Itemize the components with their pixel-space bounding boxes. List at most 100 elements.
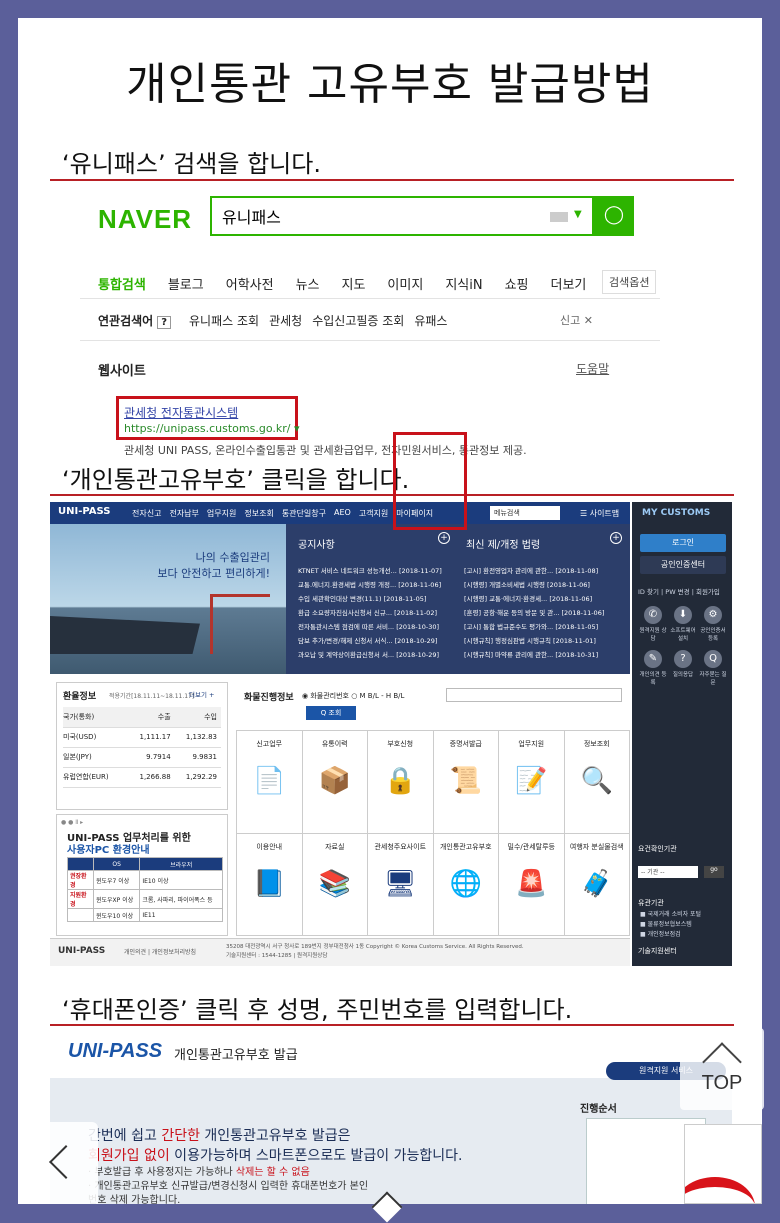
- naver-search-box[interactable]: ▼: [210, 196, 594, 236]
- document-icon[interactable]: 📄: [252, 761, 286, 801]
- service-tile[interactable]: 증명서발급 📜: [433, 731, 499, 834]
- list-item[interactable]: [시행규칙] 마약류 관리에 관한... [2018-10-31]: [464, 648, 630, 662]
- exchange-more-link[interactable]: 더보기 +: [189, 689, 214, 699]
- service-tile[interactable]: 정보조회 🔍: [564, 731, 630, 834]
- pencil-doc-icon[interactable]: 📝: [514, 761, 548, 801]
- side-icon-item[interactable]: ✎ 개인의견 등록: [638, 650, 668, 686]
- related-item[interactable]: 관세청: [269, 312, 302, 329]
- list-item-title[interactable]: [훈령] 공항·해운 등의 방문 및 관...: [464, 609, 559, 617]
- menu-item[interactable]: 고객지원: [359, 508, 388, 519]
- list-item[interactable]: 교통.에너지.환경세법 시행령 개정... [2018-11-06]: [298, 578, 458, 592]
- certificate-icon[interactable]: 📜: [449, 761, 483, 801]
- tab-integrated[interactable]: 통합검색: [98, 274, 146, 293]
- list-item[interactable]: 담보 추가/변경/해제 신청서 서식... [2018-10-29]: [298, 634, 458, 648]
- related-item[interactable]: 유니패스 조회: [189, 312, 259, 329]
- service-tile[interactable]: 유통이력 📦: [302, 731, 368, 834]
- list-item[interactable]: [시행령] 개별소비세법 시행령 [2018-11-06]: [464, 578, 630, 592]
- help-link[interactable]: 도움말: [576, 360, 609, 377]
- service-tile[interactable]: 부호신청 🔒: [368, 731, 434, 834]
- cargo-options[interactable]: ◉ 화물관리번호 ○ M B/L - H B/L: [302, 691, 404, 701]
- service-tile[interactable]: 업무지원 📝: [499, 731, 565, 834]
- list-item-title[interactable]: [시행규칙] 마약류 관리에 관한...: [464, 651, 553, 659]
- related-item[interactable]: 유패스: [414, 312, 447, 329]
- carousel-dots[interactable]: ● ● Ⅱ ▸: [61, 819, 83, 826]
- account-links[interactable]: ID 찾기 | PW 변경 | 회원가입: [638, 586, 720, 596]
- menu-search-input[interactable]: 메뉴검색: [490, 506, 560, 520]
- tab-blog[interactable]: 블로그: [168, 274, 204, 293]
- service-tile[interactable]: 개인통관고유부호 🌐: [433, 833, 499, 936]
- help-icon[interactable]: ?: [157, 316, 172, 329]
- lock-icon[interactable]: 🔒: [383, 761, 417, 801]
- list-item-title[interactable]: [고시] 통합 법규준수도 평가와...: [464, 623, 553, 631]
- agency-select[interactable]: -- 기관 --: [638, 866, 698, 878]
- list-item-title[interactable]: [시행령] 교통·에너지·환경세...: [464, 595, 547, 603]
- list-item-title[interactable]: 환급 소요량자진심사신청서 신규...: [298, 609, 392, 617]
- service-tile[interactable]: 관세청주요사이트 🖥: [368, 833, 434, 936]
- go-button[interactable]: go: [704, 866, 724, 878]
- menu-item[interactable]: AEO: [334, 508, 351, 519]
- list-item[interactable]: [시행령] 교통·에너지·환경세... [2018-11-06]: [464, 592, 630, 606]
- login-button[interactable]: 로그인: [640, 534, 726, 552]
- list-item-title[interactable]: [시행령] 개별소비세법 시행령: [464, 581, 545, 589]
- service-tile[interactable]: 여행자 분실물검색 🧳: [564, 833, 630, 936]
- unipass-logo[interactable]: UNI-PASS: [58, 506, 110, 517]
- list-item-title[interactable]: [시행규칙] 행정심판법 시행규칙: [464, 637, 551, 645]
- list-item[interactable]: ■ 국제거래 소비자 포털: [640, 910, 701, 920]
- service-tile[interactable]: 자료실 📚: [302, 833, 368, 936]
- back-button[interactable]: [18, 1122, 98, 1204]
- related-item[interactable]: 수입신고필증 조회: [312, 312, 404, 329]
- siren-icon[interactable]: 🚨: [514, 864, 548, 904]
- service-tile[interactable]: 이용안내 📘: [237, 833, 303, 936]
- info-book-icon[interactable]: 📘: [252, 864, 286, 904]
- browser-icon[interactable]: 🖥: [383, 864, 417, 904]
- luggage-icon[interactable]: 🧳: [580, 864, 614, 904]
- list-item-title[interactable]: 전자통관시스템 점검에 따른 서비...: [298, 623, 394, 631]
- list-item-title[interactable]: [고시] 환전영업자 관리에 관한...: [464, 567, 553, 575]
- books-icon[interactable]: 📚: [318, 864, 352, 904]
- list-item[interactable]: 환급 소요량자진심사신청서 신규... [2018-11-02]: [298, 606, 458, 620]
- footer-links[interactable]: 개인의견 | 개인정보처리방침: [124, 947, 196, 956]
- list-item-title[interactable]: 교통.에너지.환경세법 시행령 개정...: [298, 581, 396, 589]
- scroll-top-button[interactable]: TOP: [680, 1028, 764, 1110]
- service-tile[interactable]: 밀수/관세탈루등 🚨: [499, 833, 565, 936]
- magnifier-icon[interactable]: 🔍: [580, 761, 614, 801]
- service-tile[interactable]: 신고업무 📄: [237, 731, 303, 834]
- report-button[interactable]: 신고 ✕: [560, 312, 593, 328]
- cert-center-button[interactable]: 공인인증센터: [640, 556, 726, 574]
- list-item[interactable]: [고시] 통합 법규준수도 평가와... [2018-11-05]: [464, 620, 630, 634]
- globe-plane-icon[interactable]: 🌐: [449, 864, 483, 904]
- list-item-title[interactable]: 과오납 및 계약상이환급신청서 서...: [298, 651, 394, 659]
- list-item[interactable]: ■ 개인정보점검: [640, 930, 701, 940]
- menu-item[interactable]: 업무지원: [207, 508, 236, 519]
- cargo-input[interactable]: [446, 688, 622, 702]
- tab-dictionary[interactable]: 어학사전: [226, 274, 274, 293]
- list-item-title[interactable]: 수입 세관확인대상 변경(11.1): [298, 595, 381, 603]
- menu-item[interactable]: 통관단일창구: [282, 508, 326, 519]
- tab-map[interactable]: 지도: [342, 274, 366, 293]
- chevron-down-icon[interactable]: ▼: [574, 209, 582, 220]
- side-icon-item[interactable]: ✆ 원격지원 상담: [638, 606, 668, 642]
- side-icon-item[interactable]: Q 자주묻는 질문: [698, 650, 728, 686]
- side-icon-item[interactable]: ⚙ 공인인증서 등록: [698, 606, 728, 642]
- menu-item[interactable]: 전자납부: [169, 508, 198, 519]
- list-item[interactable]: [시행규칙] 행정심판법 시행규칙 [2018-11-01]: [464, 634, 630, 648]
- search-button[interactable]: ◯: [594, 196, 634, 236]
- list-item[interactable]: 수입 세관확인대상 변경(11.1) [2018-11-05]: [298, 592, 458, 606]
- keyboard-icon[interactable]: [550, 212, 568, 222]
- menu-item[interactable]: 전자신고: [132, 508, 161, 519]
- search-input[interactable]: [222, 206, 522, 225]
- naver-logo[interactable]: NAVER: [98, 204, 192, 235]
- list-item[interactable]: ■ 물류정보협보스템: [640, 920, 701, 930]
- tab-shopping[interactable]: 쇼핑: [505, 274, 529, 293]
- list-item-title[interactable]: KTNET 서비스 네트워크 성능개선...: [298, 567, 397, 575]
- tab-more[interactable]: 더보기: [551, 274, 587, 293]
- side-icon-item[interactable]: ⬇ 소프트웨어 설치: [668, 606, 698, 642]
- tab-image[interactable]: 이미지: [387, 274, 423, 293]
- close-icon[interactable]: ✕: [584, 314, 593, 327]
- plus-icon[interactable]: +: [438, 532, 450, 544]
- search-options-button[interactable]: 검색옵션: [602, 270, 657, 294]
- plus-icon[interactable]: +: [610, 532, 622, 544]
- tab-news[interactable]: 뉴스: [296, 274, 320, 293]
- list-item[interactable]: [고시] 환전영업자 관리에 관한... [2018-11-08]: [464, 564, 630, 578]
- side-icon-item[interactable]: ? 질의응답: [668, 650, 698, 686]
